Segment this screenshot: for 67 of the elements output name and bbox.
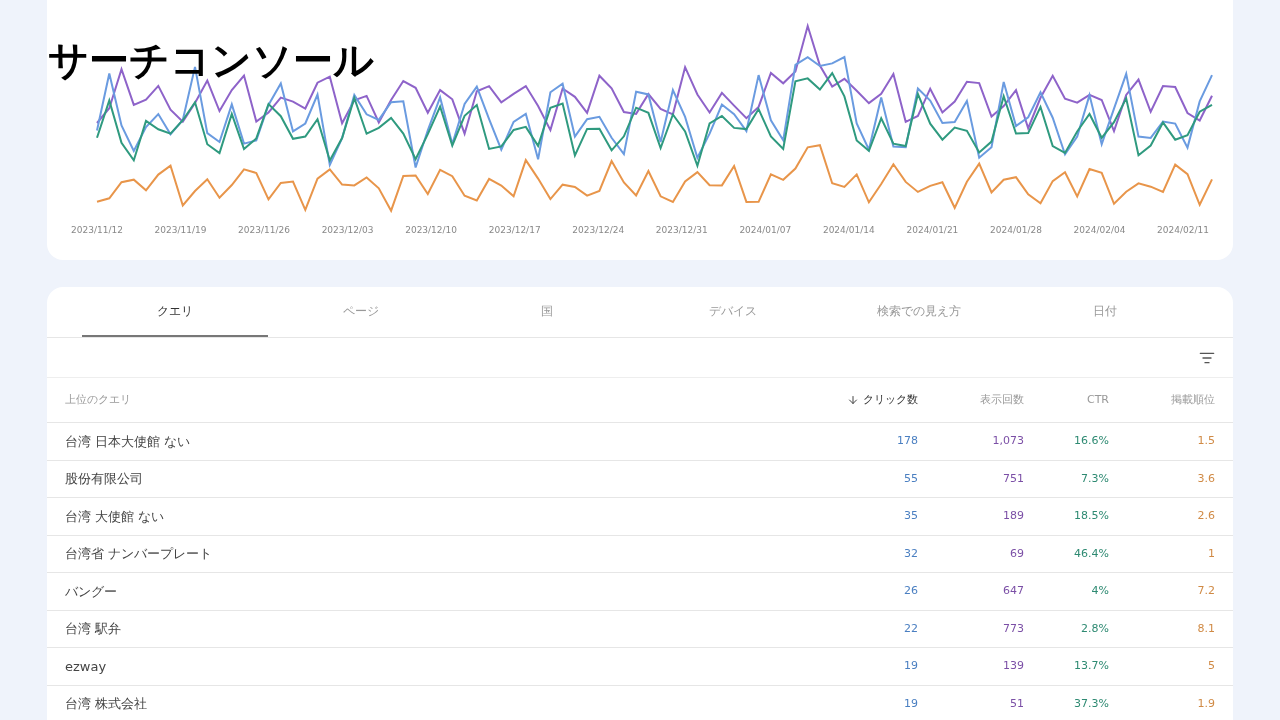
table-cell: 69 — [1010, 545, 1024, 562]
table-cell-text: 178 — [897, 433, 918, 449]
axis-label: 2023/11/12 — [71, 224, 123, 237]
axis-label: 2023/11/19 — [154, 224, 207, 237]
tab[interactable]: 検索での見え方 — [826, 287, 1012, 337]
table-cell: 32 — [904, 545, 918, 562]
table-cell-text: 台湾 駅弁 — [65, 620, 122, 638]
table-cell-text: 647 — [1003, 583, 1024, 599]
axis-label: 2024/02/04 — [1073, 224, 1126, 237]
table-cell-text: 4% — [1091, 583, 1109, 599]
axis-label: 2024/02/11 — [1157, 224, 1209, 237]
table-cell-text: 26 — [904, 583, 918, 599]
tab[interactable]: デバイス — [640, 287, 826, 337]
axis-label: 2023/12/03 — [321, 224, 374, 237]
table-cell: 46.4% — [1074, 545, 1109, 562]
table-cell-text: 股份有限公司 — [65, 470, 143, 488]
axis-label: 2024/01/14 — [822, 224, 875, 237]
table-cell-text: 189 — [1003, 508, 1024, 524]
table-cell: 55 — [904, 470, 918, 487]
table-cell-text: 18.5% — [1074, 508, 1109, 524]
column-header[interactable]: クリック数 — [863, 391, 918, 409]
table-cell-text: 2.6 — [1197, 508, 1215, 524]
table-cell-text: ezway — [65, 657, 107, 676]
table-cell: 22 — [904, 620, 918, 637]
column-header[interactable]: 表示回数 — [980, 391, 1024, 409]
table-cell-text: 7.2 — [1197, 583, 1215, 599]
table-cell: 1.9 — [1197, 695, 1215, 712]
table-cell: 3.6 — [1197, 470, 1215, 487]
table-cell-text: 1.5 — [1197, 433, 1215, 449]
table-cell: 51 — [1010, 695, 1024, 712]
table-cell: 1 — [1208, 545, 1215, 562]
table-cell-text: バングー — [65, 582, 117, 601]
tab[interactable]: クエリ — [82, 287, 268, 337]
axis-label: 2023/11/26 — [238, 224, 290, 237]
column-header[interactable]: 上位のクエリ — [65, 391, 131, 409]
axis-label: 2024/01/28 — [990, 224, 1042, 237]
table-cell-text: 13.7% — [1074, 658, 1109, 674]
column-header[interactable]: CTR — [1086, 391, 1109, 409]
tab[interactable]: 国 — [454, 287, 640, 337]
table-cell-text: 139 — [1003, 658, 1024, 674]
table-cell: 773 — [1003, 620, 1024, 637]
table-cell: 7.3% — [1081, 470, 1109, 487]
axis-label: 2023/12/24 — [572, 224, 625, 237]
table-cell: 2.8% — [1081, 620, 1109, 637]
page-title: サーチコンソール — [48, 40, 374, 80]
axis-label: 2023/12/17 — [488, 224, 541, 237]
table-cell: 19 — [904, 695, 918, 712]
table-cell-text: 35 — [904, 508, 918, 524]
tab[interactable]: 日付 — [1012, 287, 1198, 337]
table-cell: 751 — [1003, 470, 1024, 487]
column-header[interactable]: 掲載順位 — [1171, 391, 1215, 409]
sort-arrow-icon — [847, 394, 859, 406]
table-cell-text: 16.6% — [1074, 433, 1109, 449]
table-cell-text: 台湾省 ナンバープレート — [65, 545, 213, 563]
axis-label: 2024/01/21 — [906, 224, 959, 237]
table-cell: 37.3% — [1074, 695, 1109, 712]
table-cell-text: 台湾 株式会社 — [65, 695, 148, 713]
table-cell: 8.1 — [1197, 620, 1215, 637]
axis-label: 2023/12/10 — [405, 224, 458, 237]
tab[interactable]: ページ — [268, 287, 454, 337]
table-cell-text: 1,073 — [992, 433, 1024, 449]
axis-label: 2024/01/07 — [739, 224, 792, 237]
table-cell-text: 19 — [904, 658, 918, 674]
table-cell-text: 5 — [1208, 658, 1215, 674]
table-cell-text: 台湾 日本大使館 ない — [65, 432, 191, 451]
axis-label: 2023/12/31 — [655, 224, 708, 237]
table-cell-text: 台湾 大使館 ない — [65, 507, 165, 526]
